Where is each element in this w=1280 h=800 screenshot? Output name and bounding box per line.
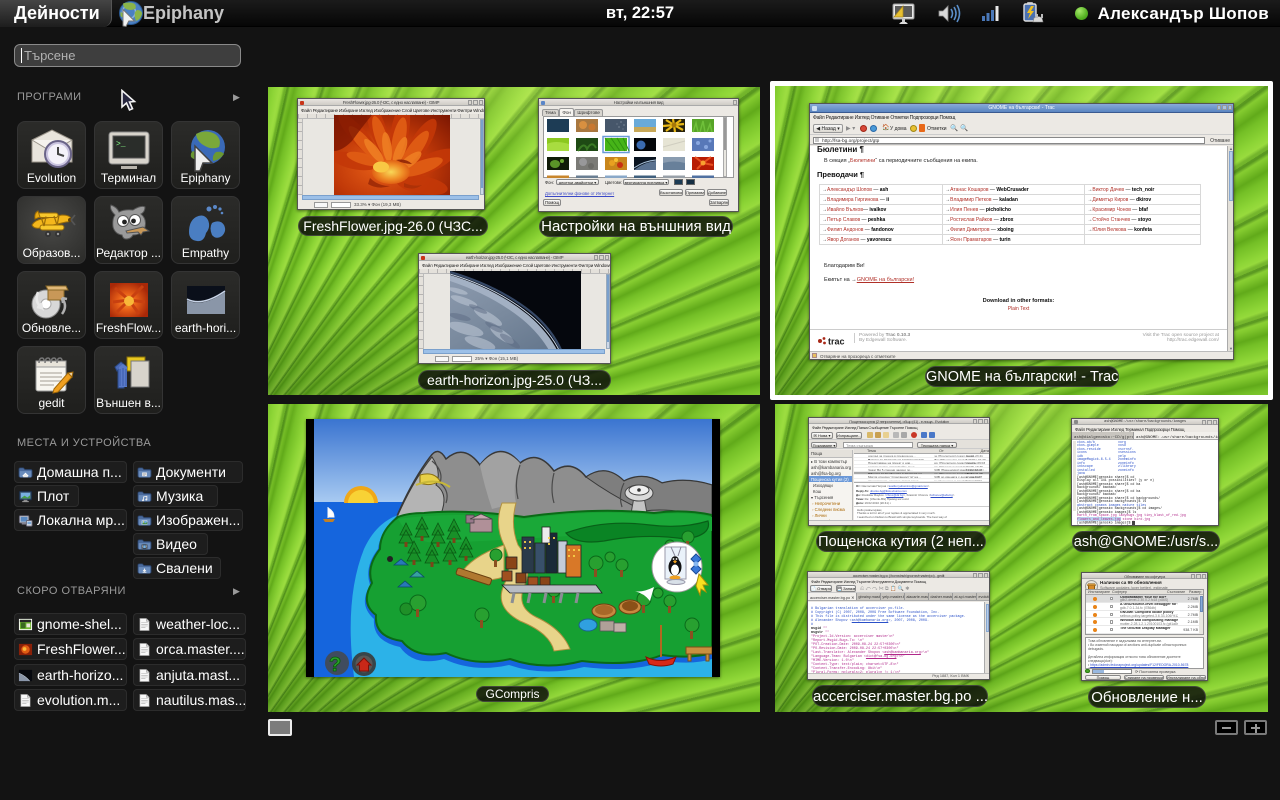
svg-text:trac: trac: [828, 337, 845, 347]
svg-text:>_: >_: [116, 140, 126, 149]
svg-text:?: ?: [329, 654, 341, 676]
